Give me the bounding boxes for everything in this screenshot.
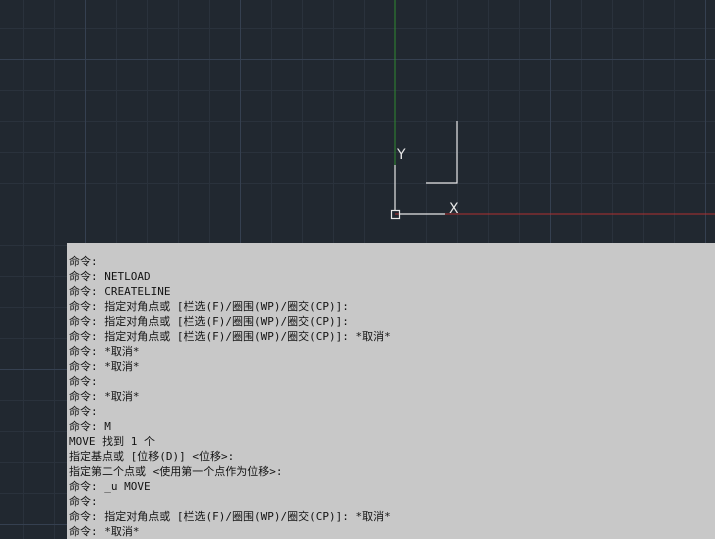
command-history-line: 命令: NETLOAD: [69, 270, 151, 283]
command-history-line: 命令:: [69, 495, 98, 508]
command-history-line: 命令:: [69, 255, 98, 268]
command-history-line: 命令:: [69, 405, 98, 418]
command-history-lines: 命令: 命令: NETLOAD 命令: CREATELINE 命令: 指定对角点或 […: [69, 254, 715, 539]
ucs-icon: Y X: [390, 121, 459, 220]
command-history-line: 指定第二个点或 <使用第一个点作为位移>:: [69, 465, 283, 478]
drawing-canvas[interactable]: Y X 命令: 命令: NETLOAD 命令: CREATELINE 命令: 指定对角…: [0, 0, 715, 539]
command-history-line: 命令: *取消*: [69, 345, 140, 358]
command-history-line: 命令: *取消*: [69, 390, 140, 403]
command-history-line: 命令: *取消*: [69, 360, 140, 373]
command-history-line: MOVE 找到 1 个: [69, 435, 155, 448]
command-history-line: 命令: _u MOVE: [69, 480, 151, 493]
command-history-line: 命令: M: [69, 420, 111, 433]
command-history-panel[interactable]: 命令: 命令: NETLOAD 命令: CREATELINE 命令: 指定对角点或 […: [67, 243, 715, 539]
command-history-line: 命令: CREATELINE: [69, 285, 171, 298]
command-history-line: 命令: *取消*: [69, 525, 140, 538]
command-history-line: 命令: 指定对角点或 [栏选(F)/圈围(WP)/圈交(CP)]:: [69, 315, 349, 328]
command-history-line: 命令: 指定对角点或 [栏选(F)/圈围(WP)/圈交(CP)]: *取消*: [69, 510, 391, 523]
command-history-line: 命令: 指定对角点或 [栏选(F)/圈围(WP)/圈交(CP)]: *取消*: [69, 330, 391, 343]
command-history-line: 命令:: [69, 375, 98, 388]
command-history-line: 命令: 指定对角点或 [栏选(F)/圈围(WP)/圈交(CP)]:: [69, 300, 349, 313]
ucs-y-label: Y: [396, 147, 406, 163]
command-history-line: 指定基点或 [位移(D)] <位移>:: [69, 450, 235, 463]
ucs-x-label: X: [449, 201, 459, 217]
